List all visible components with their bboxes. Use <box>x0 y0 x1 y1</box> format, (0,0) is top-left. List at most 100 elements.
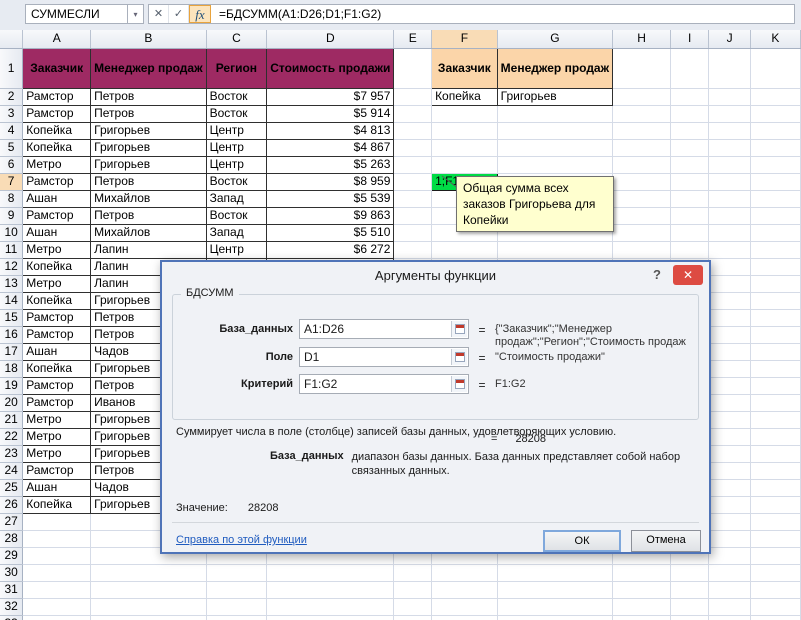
cell-E33[interactable] <box>394 615 432 620</box>
cell-B8[interactable]: Михайлов <box>91 190 206 207</box>
col-header-H[interactable]: H <box>613 30 671 48</box>
cell-B7[interactable]: Петров <box>91 173 206 190</box>
cell-K29[interactable] <box>750 547 800 564</box>
cell-K20[interactable] <box>750 394 800 411</box>
row-header-13[interactable]: 13 <box>0 275 23 292</box>
cell-K24[interactable] <box>750 462 800 479</box>
cell-K1[interactable] <box>750 48 800 88</box>
help-icon[interactable]: ? <box>649 267 665 282</box>
cell-D6[interactable]: $5 263 <box>267 156 394 173</box>
cell-G31[interactable] <box>497 581 612 598</box>
cell-A16[interactable]: Рамстор <box>23 326 91 343</box>
cell-F4[interactable] <box>432 122 498 139</box>
cell-A1[interactable]: Заказчик <box>23 48 91 88</box>
cell-E9[interactable] <box>394 207 432 224</box>
cell-E3[interactable] <box>394 105 432 122</box>
cell-A15[interactable]: Рамстор <box>23 309 91 326</box>
cancel-icon[interactable]: ✕ <box>149 5 169 23</box>
cell-K27[interactable] <box>750 513 800 530</box>
cell-K18[interactable] <box>750 360 800 377</box>
cell-K25[interactable] <box>750 479 800 496</box>
cell-K12[interactable] <box>750 258 800 275</box>
cell-E31[interactable] <box>394 581 432 598</box>
cell-K16[interactable] <box>750 326 800 343</box>
cell-C5[interactable]: Центр <box>206 139 267 156</box>
cell-A27[interactable] <box>23 513 91 530</box>
cell-A29[interactable] <box>23 547 91 564</box>
cell-J26[interactable] <box>709 496 750 513</box>
cell-K19[interactable] <box>750 377 800 394</box>
cell-D10[interactable]: $5 510 <box>267 224 394 241</box>
col-header-D[interactable]: D <box>267 30 394 48</box>
cell-I1[interactable] <box>670 48 709 88</box>
row-header-23[interactable]: 23 <box>0 445 23 462</box>
cell-K6[interactable] <box>750 156 800 173</box>
cell-A24[interactable]: Рамстор <box>23 462 91 479</box>
cell-I11[interactable] <box>670 241 709 258</box>
cell-A12[interactable]: Копейка <box>23 258 91 275</box>
cell-K22[interactable] <box>750 428 800 445</box>
cell-J1[interactable] <box>709 48 750 88</box>
row-header-26[interactable]: 26 <box>0 496 23 513</box>
row-header-8[interactable]: 8 <box>0 190 23 207</box>
cell-C33[interactable] <box>206 615 267 620</box>
close-icon[interactable]: ✕ <box>673 265 703 285</box>
cell-C11[interactable]: Центр <box>206 241 267 258</box>
cell-E7[interactable] <box>394 173 432 190</box>
cell-F33[interactable] <box>432 615 498 620</box>
cell-C31[interactable] <box>206 581 267 598</box>
cell-J3[interactable] <box>709 105 750 122</box>
cell-I10[interactable] <box>670 224 709 241</box>
cell-A2[interactable]: Рамстор <box>23 88 91 105</box>
select-all-corner[interactable] <box>0 30 23 48</box>
row-header-15[interactable]: 15 <box>0 309 23 326</box>
cell-I9[interactable] <box>670 207 709 224</box>
cell-A23[interactable]: Метро <box>23 445 91 462</box>
cell-I31[interactable] <box>670 581 709 598</box>
cell-K7[interactable] <box>750 173 800 190</box>
cell-C4[interactable]: Центр <box>206 122 267 139</box>
cell-A19[interactable]: Рамстор <box>23 377 91 394</box>
cell-F3[interactable] <box>432 105 498 122</box>
cell-E5[interactable] <box>394 139 432 156</box>
cell-K21[interactable] <box>750 411 800 428</box>
cell-B6[interactable]: Григорьев <box>91 156 206 173</box>
col-header-F[interactable]: F <box>432 30 498 48</box>
arg-input-database[interactable]: A1:D26 <box>299 319 469 339</box>
cell-J16[interactable] <box>709 326 750 343</box>
col-header-B[interactable]: B <box>91 30 206 48</box>
cell-E2[interactable] <box>394 88 432 105</box>
cell-H7[interactable] <box>613 173 671 190</box>
cell-D7[interactable]: $8 959 <box>267 173 394 190</box>
cell-I3[interactable] <box>670 105 709 122</box>
col-header-E[interactable]: E <box>394 30 432 48</box>
cell-C7[interactable]: Восток <box>206 173 267 190</box>
function-help-link[interactable]: Справка по этой функции <box>176 534 307 546</box>
cell-B11[interactable]: Лапин <box>91 241 206 258</box>
cell-I5[interactable] <box>670 139 709 156</box>
cell-I4[interactable] <box>670 122 709 139</box>
arg-input-field[interactable]: D1 <box>299 347 469 367</box>
cell-K32[interactable] <box>750 598 800 615</box>
row-header-25[interactable]: 25 <box>0 479 23 496</box>
cell-G3[interactable] <box>497 105 612 122</box>
cell-H2[interactable] <box>613 88 671 105</box>
cell-E11[interactable] <box>394 241 432 258</box>
row-header-18[interactable]: 18 <box>0 360 23 377</box>
row-header-2[interactable]: 2 <box>0 88 23 105</box>
cell-K4[interactable] <box>750 122 800 139</box>
cell-A7[interactable]: Рамстор <box>23 173 91 190</box>
row-header-27[interactable]: 27 <box>0 513 23 530</box>
cell-I7[interactable] <box>670 173 709 190</box>
cell-J20[interactable] <box>709 394 750 411</box>
cell-F6[interactable] <box>432 156 498 173</box>
cell-A11[interactable]: Метро <box>23 241 91 258</box>
cell-D30[interactable] <box>267 564 394 581</box>
cell-D5[interactable]: $4 867 <box>267 139 394 156</box>
cell-C3[interactable]: Восток <box>206 105 267 122</box>
col-header-J[interactable]: J <box>709 30 750 48</box>
cell-H11[interactable] <box>613 241 671 258</box>
cell-K28[interactable] <box>750 530 800 547</box>
row-header-30[interactable]: 30 <box>0 564 23 581</box>
cell-K10[interactable] <box>750 224 800 241</box>
